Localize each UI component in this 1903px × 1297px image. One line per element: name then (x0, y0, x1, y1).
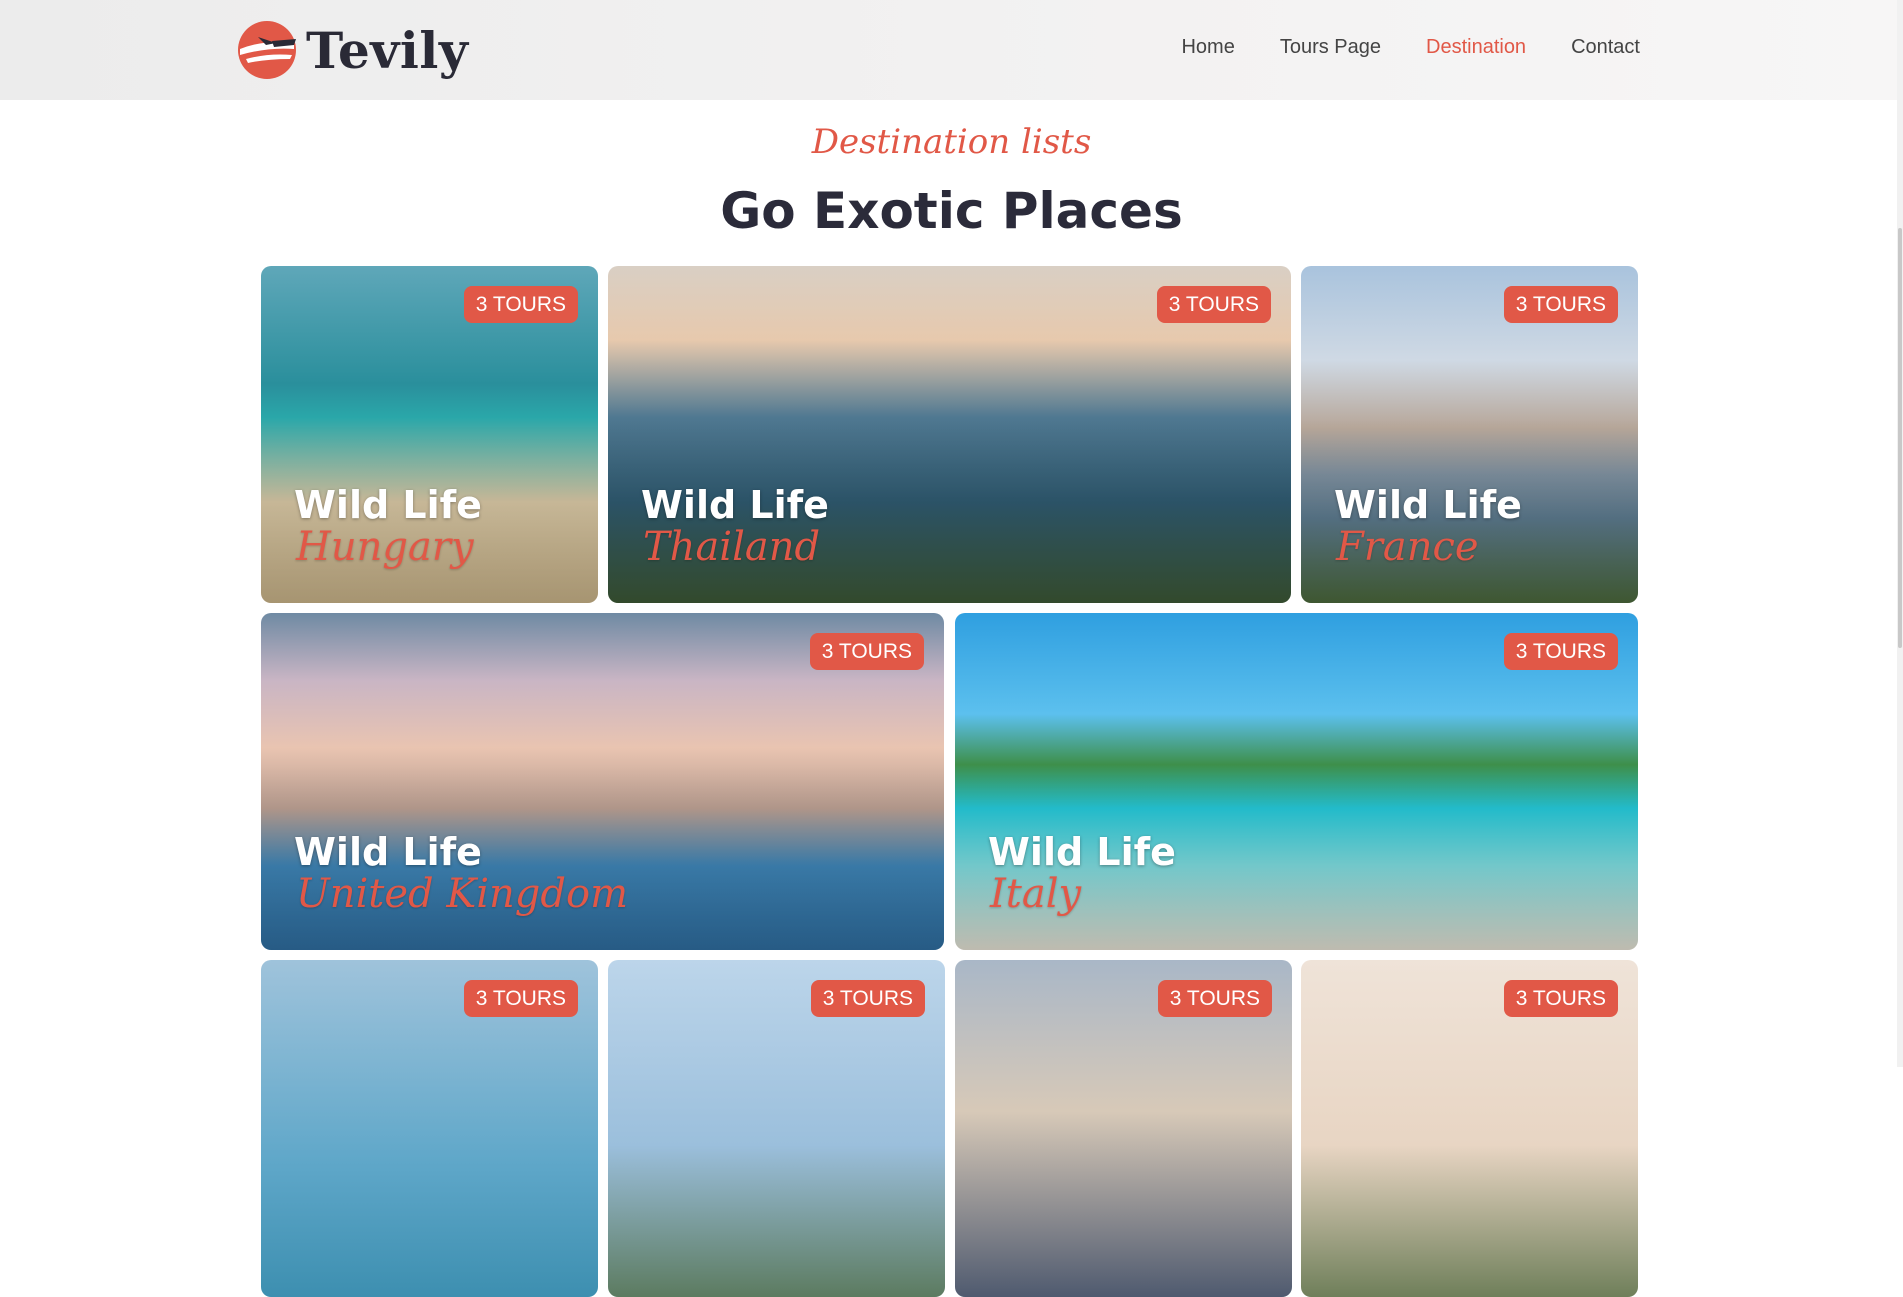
section-subtitle: Destination lists (811, 122, 1092, 162)
tours-badge: 3 TOURS (1503, 633, 1618, 670)
card-place: Thailand (643, 524, 821, 570)
tours-badge: 3 TOURS (1157, 980, 1272, 1017)
destination-card-row3-4[interactable]: 3 TOURS (1301, 960, 1638, 1297)
destination-card-row3-2[interactable]: 3 TOURS (608, 960, 945, 1297)
tours-badge: 3 TOURS (463, 980, 578, 1017)
card-title: Wild Life (294, 483, 482, 527)
destination-card-thailand[interactable]: 3 TOURS Wild Life Thailand (608, 266, 1291, 603)
tours-badge: 3 TOURS (1503, 286, 1618, 323)
nav-tours-page[interactable]: Tours Page (1280, 36, 1381, 59)
destination-card-united-kingdom[interactable]: 3 TOURS Wild Life United Kingdom (261, 613, 944, 950)
plane-logo-icon (238, 21, 296, 79)
main-nav: Home Tours Page Destination Contact (1181, 36, 1640, 59)
page-scrollbar[interactable] (1897, 0, 1903, 1067)
card-place: Hungary (296, 524, 474, 570)
section-title: Go Exotic Places (720, 182, 1183, 240)
site-header: Tevily Home Tours Page Destination Conta… (0, 0, 1903, 100)
logo-text: Tevily (306, 20, 469, 80)
card-title: Wild Life (1334, 483, 1522, 527)
destination-card-row3-1[interactable]: 3 TOURS (261, 960, 598, 1297)
tours-badge: 3 TOURS (809, 633, 924, 670)
destination-card-france[interactable]: 3 TOURS Wild Life France (1301, 266, 1638, 603)
destination-card-italy[interactable]: 3 TOURS Wild Life Italy (955, 613, 1638, 950)
card-title: Wild Life (294, 830, 482, 874)
card-place: United Kingdom (296, 871, 628, 917)
nav-contact[interactable]: Contact (1571, 36, 1640, 59)
tours-badge: 3 TOURS (463, 286, 578, 323)
nav-destination[interactable]: Destination (1426, 36, 1526, 59)
scrollbar-thumb[interactable] (1898, 228, 1902, 648)
tours-badge: 3 TOURS (1503, 980, 1618, 1017)
card-place: Italy (990, 871, 1082, 917)
destination-card-row3-3[interactable]: 3 TOURS (955, 960, 1292, 1297)
site-logo[interactable]: Tevily (236, 18, 468, 82)
tours-badge: 3 TOURS (1156, 286, 1271, 323)
card-title: Wild Life (641, 483, 829, 527)
card-place: France (1336, 524, 1479, 570)
card-title: Wild Life (988, 830, 1176, 874)
tours-badge: 3 TOURS (810, 980, 925, 1017)
nav-home[interactable]: Home (1181, 36, 1234, 59)
destination-card-hungary[interactable]: 3 TOURS Wild Life Hungary (261, 266, 598, 603)
